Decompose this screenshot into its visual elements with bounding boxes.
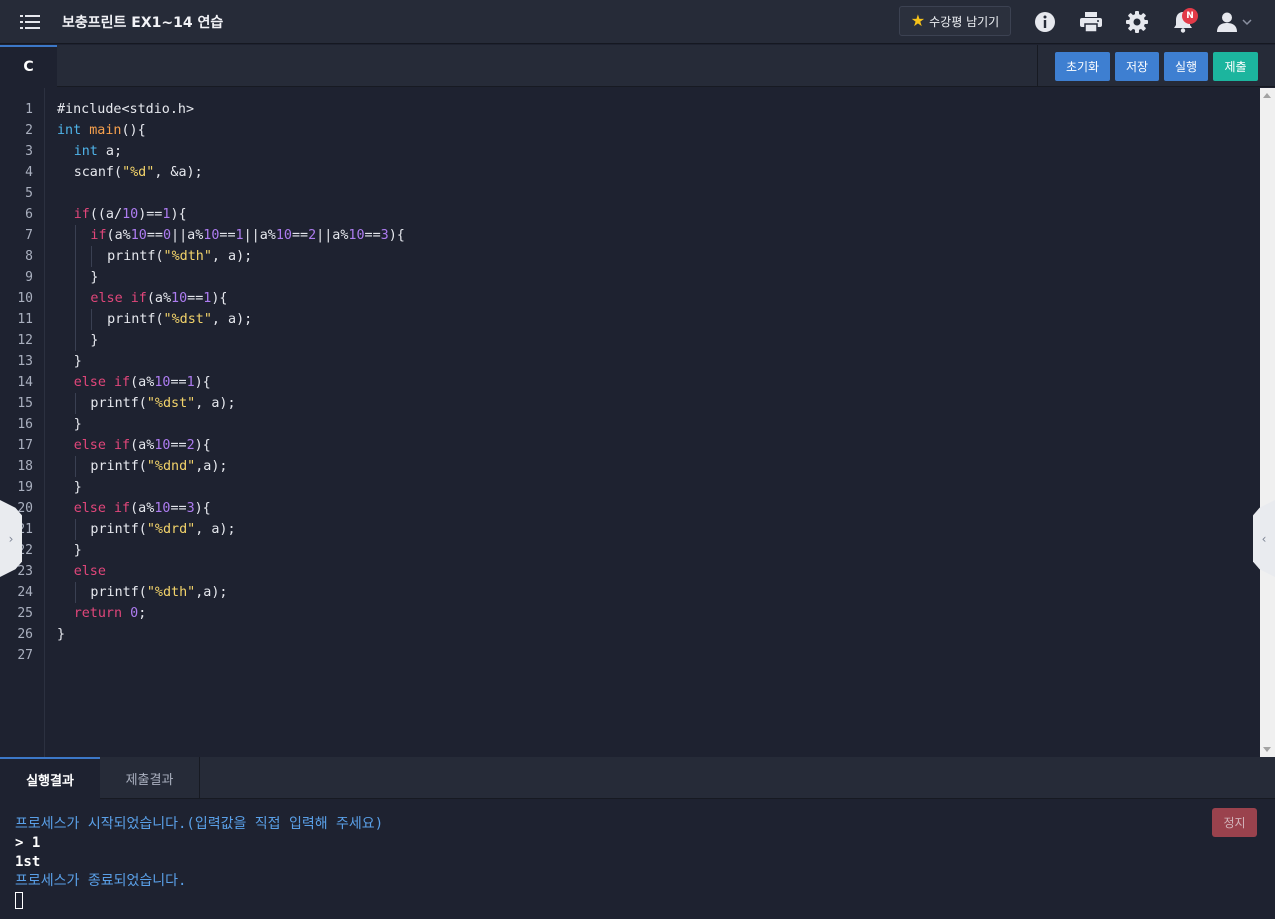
indent-guide xyxy=(74,393,76,414)
line-number: 6 xyxy=(25,207,33,222)
line-number-gutter: 1 2 3 4 5 6 7 8 9 10 11 12 13 14 15 16 17 18 19 20 21 22 23 24 2… xyxy=(0,88,45,757)
code-line: else if(a%10==2){ xyxy=(73,438,211,453)
code-line: else if(a%10==1){ xyxy=(90,291,228,306)
indent-guide xyxy=(74,456,76,477)
indent-guide xyxy=(74,330,76,351)
line-number: 4 xyxy=(25,165,33,180)
console-line: > 1 xyxy=(15,835,41,851)
right-panel-toggle[interactable]: ‹ xyxy=(1253,500,1275,577)
code-line: else xyxy=(73,564,106,579)
chevron-right-icon: › xyxy=(8,531,14,546)
line-number: 1 xyxy=(25,102,33,117)
indent-guide xyxy=(74,519,76,540)
code-line: else if(a%10==3){ xyxy=(73,501,211,516)
line-number: 11 xyxy=(17,312,33,327)
line-number: 16 xyxy=(17,417,33,432)
line-number: 15 xyxy=(17,396,33,411)
code-line: } xyxy=(73,480,82,495)
output-console[interactable]: 정지 프로세스가 시작되었습니다.(입력값을 직접 입력해 주세요) > 1 1st… xyxy=(0,799,1275,919)
line-number: 8 xyxy=(25,249,33,264)
vertical-scrollbar[interactable] xyxy=(1260,88,1275,757)
user-icon xyxy=(1217,12,1237,32)
top-bar: 보충프린트 EX1~14 연습 ★ 수강평 남기기 N xyxy=(0,0,1275,44)
console-line: 프로세스가 종료되었습니다. xyxy=(15,873,187,889)
code-line: if((a/10)==1){ xyxy=(73,207,187,222)
bell-icon[interactable]: N xyxy=(1168,7,1198,37)
code-line: printf("%dst", a); xyxy=(90,396,236,411)
code-line: printf("%dnd",a); xyxy=(90,459,228,474)
line-number: 19 xyxy=(17,480,33,495)
code-line: int main(){ xyxy=(57,123,146,138)
code-line: printf("%dst", a); xyxy=(107,312,253,327)
line-number: 18 xyxy=(17,459,33,474)
console-line: 프로세스가 시작되었습니다.(입력값을 직접 입력해 주세요) xyxy=(15,816,384,832)
line-number: 26 xyxy=(17,627,33,642)
code-line: printf("%dth",a); xyxy=(90,585,228,600)
code-line: } xyxy=(73,354,82,369)
tab-run-result[interactable]: 실행결과 xyxy=(0,757,100,799)
print-icon[interactable] xyxy=(1076,7,1106,37)
code-line: scanf("%d", &a); xyxy=(73,165,203,180)
page-title: 보충프린트 EX1~14 연습 xyxy=(62,14,224,31)
save-button[interactable]: 저장 xyxy=(1115,51,1159,81)
line-number: 24 xyxy=(17,585,33,600)
star-icon: ★ xyxy=(910,11,926,30)
line-number: 25 xyxy=(17,606,33,621)
line-number: 3 xyxy=(25,144,33,159)
review-button-label: 수강평 남기기 xyxy=(929,14,1000,29)
tab-language[interactable]: C xyxy=(0,45,57,87)
line-number: 5 xyxy=(25,186,33,201)
indent-guide xyxy=(74,288,76,309)
line-number: 13 xyxy=(17,354,33,369)
info-icon[interactable] xyxy=(1030,7,1060,37)
indent-guide xyxy=(74,246,76,267)
console-line: 1st xyxy=(15,854,41,870)
indent-guide xyxy=(74,582,76,603)
code-line: #include<stdio.h> xyxy=(57,102,195,117)
chevron-down-icon xyxy=(1242,19,1252,26)
code-line: printf("%dth", a); xyxy=(107,249,253,264)
indent-guide xyxy=(91,246,93,267)
code-line: } xyxy=(57,627,66,642)
line-number: 9 xyxy=(25,270,33,285)
scroll-down-arrow-icon[interactable] xyxy=(1263,747,1271,752)
code-line: } xyxy=(90,270,99,285)
run-button[interactable]: 실행 xyxy=(1164,51,1208,81)
line-number: 10 xyxy=(17,291,33,306)
indent-guide xyxy=(74,225,76,246)
result-tabbar: 실행결과 제출결과 xyxy=(0,757,1275,799)
code-line: } xyxy=(73,417,82,432)
line-number: 12 xyxy=(17,333,33,348)
reset-button[interactable]: 초기화 xyxy=(1055,51,1110,81)
menu-icon[interactable] xyxy=(0,0,60,44)
line-number: 7 xyxy=(25,228,33,243)
review-button[interactable]: ★ 수강평 남기기 xyxy=(899,6,1011,36)
input-cursor[interactable] xyxy=(15,892,23,909)
code-editor[interactable]: 1 2 3 4 5 6 7 8 9 10 11 12 13 14 15 16 17 18 19 20 21 22 23 24 2… xyxy=(0,88,1275,757)
gear-icon[interactable] xyxy=(1122,7,1152,37)
scroll-up-arrow-icon[interactable] xyxy=(1263,93,1271,98)
line-number: 17 xyxy=(17,438,33,453)
submit-button[interactable]: 제출 xyxy=(1213,51,1258,81)
indent-guide xyxy=(91,309,93,330)
editor-toolbar: C 초기화 저장 실행 제출 xyxy=(0,45,1275,87)
code-line: int a; xyxy=(73,144,123,159)
indent-guide xyxy=(74,309,76,330)
line-number: 27 xyxy=(17,648,33,663)
tab-submit-result[interactable]: 제출결과 xyxy=(100,757,200,799)
code-line: } xyxy=(73,543,82,558)
code-line: printf("%drd", a); xyxy=(90,522,236,537)
code-line: else if(a%10==1){ xyxy=(73,375,211,390)
stop-button[interactable]: 정지 xyxy=(1212,808,1257,837)
chevron-left-icon: ‹ xyxy=(1261,531,1267,546)
user-menu[interactable] xyxy=(1216,8,1260,36)
editor-actions: 초기화 저장 실행 제출 xyxy=(1037,45,1258,87)
notification-badge: N xyxy=(1182,8,1198,24)
code-line: } xyxy=(90,333,99,348)
indent-guide xyxy=(74,267,76,288)
line-number: 14 xyxy=(17,375,33,390)
code-line: if(a%10==0||a%10==1||a%10==2||a%10==3){ xyxy=(90,228,405,243)
code-line: return 0; xyxy=(73,606,147,621)
line-number: 2 xyxy=(25,123,33,138)
